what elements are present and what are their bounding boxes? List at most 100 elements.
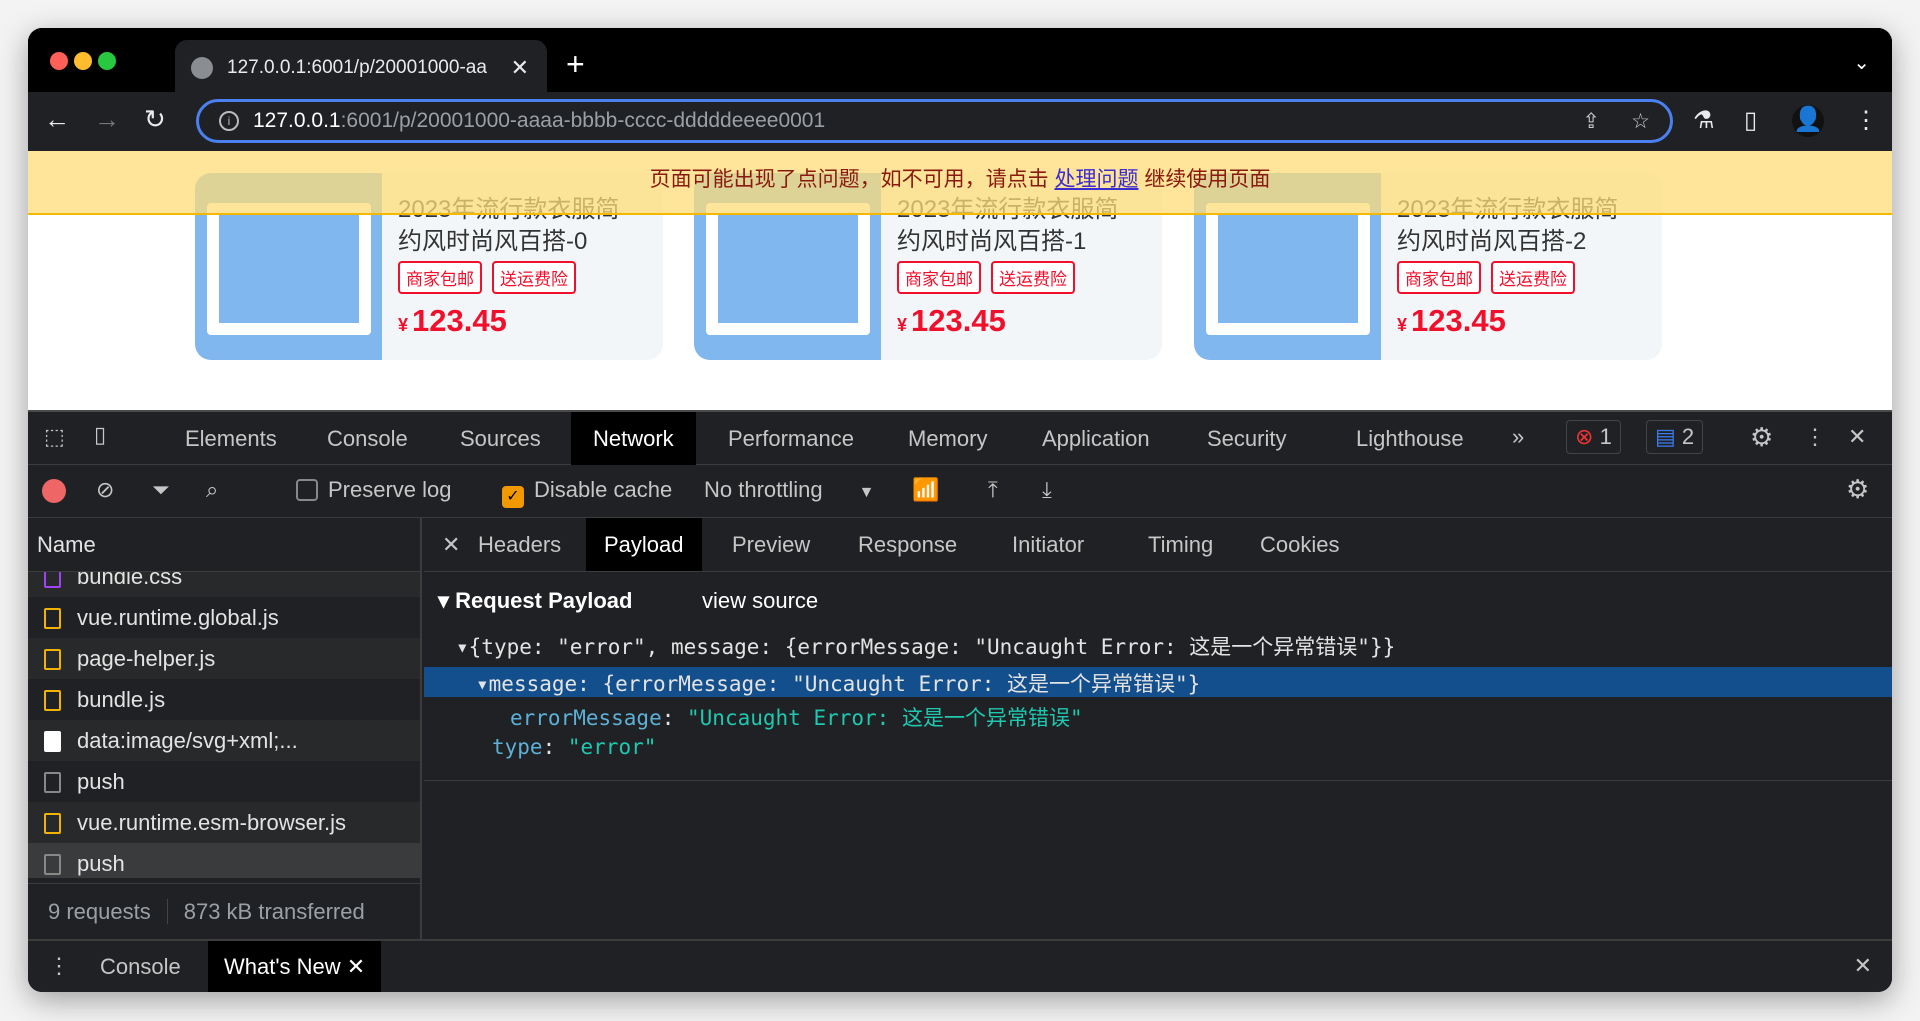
request-list: Name bundle.css vue.runtime.global.js pa… (28, 518, 422, 939)
drawer-tab-whats-new[interactable]: What's New ✕ (208, 941, 382, 992)
devtools-tabs: ⬚ ▯ Elements Console Sources Network Per… (28, 410, 1892, 465)
document-file-icon (44, 854, 61, 875)
throttling-select[interactable]: No throttling ▼ (704, 477, 874, 503)
tab-strip: 127.0.0.1:6001/p/20001000-aa ✕ + ⌄ (28, 28, 1892, 96)
record-icon[interactable] (42, 479, 66, 503)
tag-free-shipping: 商家包邮 (1397, 261, 1481, 294)
tab-search-chevron-icon[interactable]: ⌄ (1853, 50, 1870, 75)
product-title-line2: 约风时尚风百搭-0 (398, 228, 588, 255)
browser-toolbar: ← → ↻ i 127.0.0.1:6001/p/20001000-aaaa-b… (28, 92, 1892, 151)
filter-icon[interactable]: ⏷ (152, 477, 170, 503)
address-bar[interactable]: i 127.0.0.1:6001/p/20001000-aaaa-bbbb-cc… (196, 99, 1673, 143)
reload-icon[interactable]: ↻ (144, 104, 166, 135)
request-row[interactable]: bundle.js (28, 679, 420, 720)
tab-lighthouse[interactable]: Lighthouse (1334, 412, 1486, 465)
status-bar: 9 requests 873 kB transferred (28, 883, 420, 939)
subtab-headers[interactable]: Headers (460, 518, 579, 571)
search-icon[interactable]: ⌕ (206, 477, 218, 503)
forward-icon[interactable]: → (94, 104, 120, 135)
subtab-initiator[interactable]: Initiator (994, 518, 1102, 571)
fix-issue-link[interactable]: 处理问题 (1055, 168, 1139, 191)
close-window-button[interactable] (50, 52, 68, 70)
web-page: 2023年流行款衣服简 约风时尚风百搭-0 商家包邮送运费险 ¥123.45 2… (28, 151, 1892, 410)
tab-memory[interactable]: Memory (886, 412, 1009, 465)
drawer-tab-console[interactable]: Console (100, 954, 181, 980)
tag-free-shipping: 商家包邮 (398, 261, 482, 294)
script-file-icon (44, 813, 61, 834)
tab-sources[interactable]: Sources (438, 412, 563, 465)
inspect-element-icon[interactable]: ⬚ (44, 424, 65, 450)
request-row[interactable]: vue.runtime.esm-browser.js (28, 802, 420, 843)
subtab-response[interactable]: Response (840, 518, 975, 571)
product-title-line2: 约风时尚风百搭-2 (1397, 228, 1587, 255)
profile-avatar-icon[interactable]: 👤 (1792, 105, 1824, 137)
browser-menu-icon[interactable]: ⋮ (1854, 106, 1878, 135)
subtab-preview[interactable]: Preview (714, 518, 828, 571)
name-column-header[interactable]: Name (28, 518, 420, 572)
import-har-icon[interactable]: ⤒ (988, 477, 998, 503)
disable-cache-checkbox[interactable]: ✓ Disable cache (502, 477, 672, 508)
url-host: 127.0.0.1 (253, 109, 341, 132)
tag-insurance: 送运费险 (1491, 261, 1575, 294)
subtab-payload[interactable]: Payload (586, 518, 702, 571)
close-devtools-icon[interactable]: ✕ (1848, 424, 1866, 450)
request-row[interactable]: push (28, 761, 420, 802)
errors-badge[interactable]: ⊗ 1 (1566, 420, 1621, 454)
bookmark-star-icon[interactable]: ☆ (1631, 109, 1650, 134)
tab-network[interactable]: Network (571, 412, 696, 465)
site-info-icon[interactable]: i (219, 111, 239, 131)
maximize-window-button[interactable] (98, 52, 116, 70)
stylesheet-file-icon (44, 572, 61, 588)
more-options-icon[interactable]: ⋮ (1804, 424, 1826, 450)
preserve-log-checkbox[interactable]: Preserve log (296, 477, 452, 503)
clear-icon[interactable]: ⊘ (96, 477, 114, 503)
tab-title: 127.0.0.1:6001/p/20001000-aa (227, 57, 487, 78)
tab-elements[interactable]: Elements (163, 412, 299, 465)
labs-flask-icon[interactable]: ⚗ (1693, 106, 1715, 135)
product-price: ¥123.45 (398, 303, 507, 338)
drawer-menu-icon[interactable]: ⋮ (48, 953, 70, 979)
message-icon: ▤ (1655, 424, 1676, 449)
minimize-window-button[interactable] (74, 52, 92, 70)
error-icon: ⊗ (1575, 424, 1594, 449)
product-price: ¥123.45 (897, 303, 1006, 338)
devtools-drawer: ⋮ Console What's New ✕ ✕ (28, 939, 1892, 992)
close-drawer-icon[interactable]: ✕ (1854, 953, 1872, 979)
device-toolbar-icon[interactable]: ▯ (94, 422, 106, 448)
view-source-link[interactable]: view source (702, 588, 818, 614)
export-har-icon[interactable]: ⤓ (1042, 477, 1052, 503)
network-settings-gear-icon[interactable]: ⚙ (1846, 474, 1869, 505)
tab-console[interactable]: Console (305, 412, 430, 465)
back-icon[interactable]: ← (44, 104, 70, 135)
request-row[interactable]: page-helper.js (28, 638, 420, 679)
tab-performance[interactable]: Performance (706, 412, 876, 465)
image-file-icon (44, 731, 61, 752)
side-panel-icon[interactable]: ▯ (1744, 106, 1757, 135)
tab-security[interactable]: Security (1185, 412, 1308, 465)
request-row[interactable]: bundle.css (28, 572, 420, 597)
more-tabs-icon[interactable]: » (1512, 424, 1524, 450)
request-row[interactable]: data:image/svg+xml;... (28, 720, 420, 761)
document-file-icon (44, 772, 61, 793)
error-banner: 页面可能出现了点问题，如不可用，请点击 处理问题 继续使用页面 (28, 151, 1892, 215)
browser-tab[interactable]: 127.0.0.1:6001/p/20001000-aa ✕ (175, 40, 547, 96)
tag-insurance: 送运费险 (492, 261, 576, 294)
messages-badge[interactable]: ▤ 2 (1646, 420, 1704, 454)
subtab-cookies[interactable]: Cookies (1242, 518, 1357, 571)
network-conditions-icon[interactable]: 📶 (912, 477, 939, 503)
payload-message[interactable]: ▾message: {errorMessage: "Uncaught Error… (476, 668, 1200, 698)
payload-root[interactable]: ▾{type: "error", message: {errorMessage:… (456, 631, 1395, 661)
request-payload-header[interactable]: ▾ Request Payload (438, 588, 632, 614)
url-path: :6001/p/20001000-aaaa-bbbb-cccc-dddddeee… (340, 109, 826, 132)
globe-icon (191, 57, 213, 79)
share-icon[interactable]: ⇪ (1582, 109, 1600, 134)
tab-application[interactable]: Application (1020, 412, 1172, 465)
payload-type: type: "error" (492, 735, 657, 759)
product-price: ¥123.45 (1397, 303, 1506, 338)
settings-gear-icon[interactable]: ⚙ (1750, 422, 1773, 453)
request-row[interactable]: vue.runtime.global.js (28, 597, 420, 638)
close-tab-icon[interactable]: ✕ (511, 55, 529, 81)
new-tab-button[interactable]: + (566, 46, 585, 83)
request-row-selected[interactable]: push (28, 843, 420, 878)
subtab-timing[interactable]: Timing (1130, 518, 1231, 571)
